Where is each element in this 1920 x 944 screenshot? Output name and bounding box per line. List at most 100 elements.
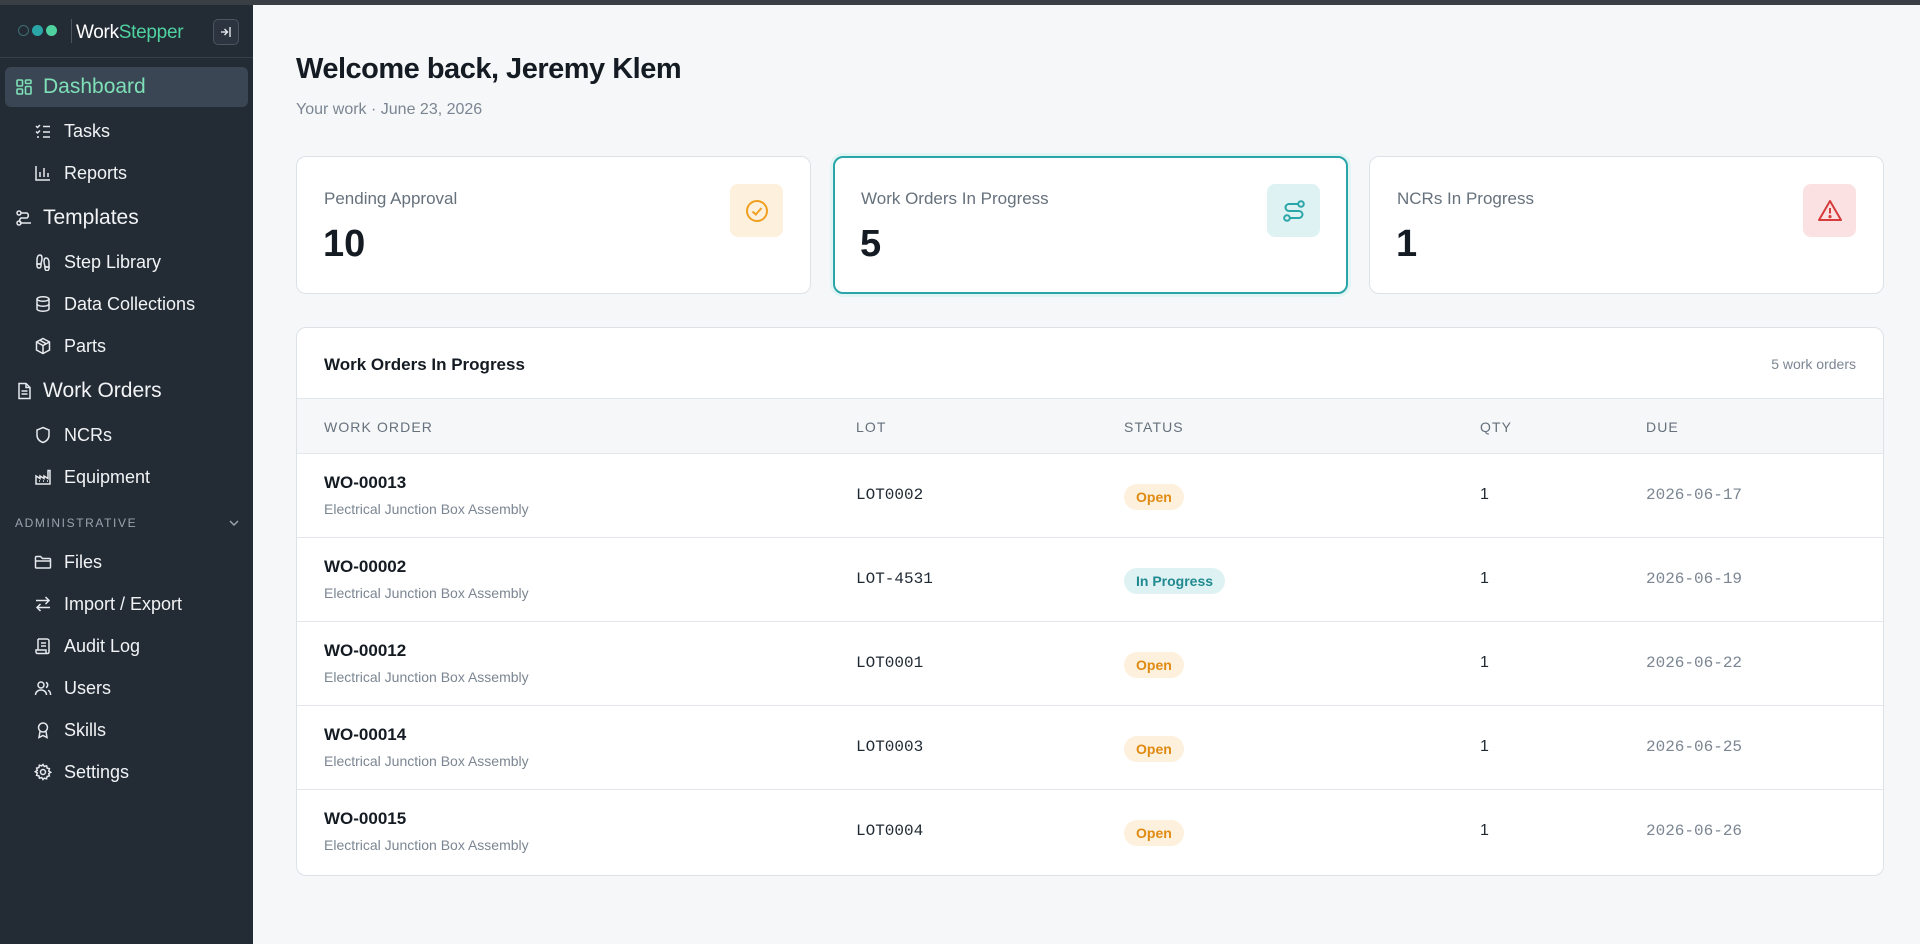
table-row[interactable]: WO-00012 Electrical Junction Box Assembl… [297,622,1883,706]
templates-icon [16,210,31,226]
sidebar-item-dashboard[interactable]: Dashboard [5,67,248,107]
stat-card-pending-approval[interactable]: Pending Approval 10 [296,156,811,294]
sidebar-item-label: Tasks [64,120,111,141]
sidebar-item-label: Audit Log [64,635,141,656]
sidebar-item-templates[interactable]: Templates [5,198,248,238]
lot-number: LOT-4531 [856,570,933,588]
column-header-lot[interactable]: LOT [856,419,887,435]
column-header-due[interactable]: DUE [1646,419,1679,435]
quantity: 1 [1480,654,1489,671]
work-order-id[interactable]: WO-00013 [324,473,406,493]
status-badge: Open [1124,820,1184,846]
work-order-description: Electrical Junction Box Assembly [324,585,529,601]
collapse-sidebar-icon [221,27,231,37]
footprints-icon [36,254,50,271]
table-header: WORK ORDER LOT STATUS QTY DUE [297,398,1883,454]
column-header-status[interactable]: STATUS [1124,419,1184,435]
collapse-sidebar-button[interactable] [213,19,239,45]
work-order-id[interactable]: WO-00014 [324,725,406,745]
table-row[interactable]: WO-00015 Electrical Junction Box Assembl… [297,790,1883,874]
lot-number: LOT0004 [856,822,924,840]
check-circle-icon [730,184,783,237]
sidebar-item-equipment[interactable]: Equipment [34,460,244,494]
sidebar-item-label: Data Collections [64,293,196,314]
sidebar-item-tasks[interactable]: Tasks [34,114,244,148]
arrows-swap-icon [35,596,51,612]
folder-icon [34,555,52,569]
table-title: Work Orders In Progress [324,355,525,374]
work-order-description: Electrical Junction Box Assembly [324,501,529,517]
users-icon [34,681,52,696]
dashboard-icon [16,79,32,95]
page-subtitle: Your work · June 23, 2026 [296,101,483,118]
table-row[interactable]: WO-00002 Electrical Junction Box Assembl… [297,538,1883,622]
lot-number: LOT0003 [856,738,924,756]
chevron-down-icon [229,520,239,527]
section-header-administrative[interactable]: ADMINISTRATIVE [15,516,240,530]
main-content: Welcome back, Jeremy Klem Your work · Ju… [253,5,1920,944]
sidebar-item-label: Reports [64,162,128,183]
work-orders-table-card: Work Orders In Progress 5 work orders WO… [296,327,1884,876]
due-date: 2026-06-17 [1646,486,1743,504]
brand-divider [71,19,72,43]
list-check-icon [35,124,50,138]
column-header-qty[interactable]: QTY [1480,419,1512,435]
sidebar-item-data-collections[interactable]: Data Collections [34,287,244,321]
due-date: 2026-06-26 [1646,822,1743,840]
due-date: 2026-06-25 [1646,738,1743,756]
gear-icon [34,763,52,781]
app-name: WorkStepper [76,22,184,43]
sidebar-item-settings[interactable]: Settings [34,755,244,789]
stat-value: 1 [1396,223,1418,265]
factory-icon [35,469,51,485]
work-order-id[interactable]: WO-00002 [324,557,406,577]
section-label: ADMINISTRATIVE [15,516,138,530]
database-icon [36,296,50,312]
sidebar-item-import-export[interactable]: Import / Export [34,587,244,621]
warning-triangle-icon [1803,184,1856,237]
work-order-id[interactable]: WO-00012 [324,641,406,661]
window-top-border [0,0,1920,5]
table-row[interactable]: WO-00013 Electrical Junction Box Assembl… [297,454,1883,538]
sidebar-item-parts[interactable]: Parts [34,329,244,363]
table-count: 5 work orders [1771,356,1856,372]
sidebar-item-label: Import / Export [64,593,183,614]
page-title: Welcome back, Jeremy Klem [296,53,682,85]
work-order-description: Electrical Junction Box Assembly [324,753,529,769]
quantity: 1 [1480,738,1489,755]
work-order-description: Electrical Junction Box Assembly [324,669,529,685]
stat-card-ncrs-in-progress[interactable]: NCRs In Progress 1 [1369,156,1884,294]
quantity: 1 [1480,822,1489,839]
stat-value: 5 [860,223,882,265]
sidebar-item-files[interactable]: Files [34,545,244,579]
logo-icon [18,25,57,36]
award-icon [37,722,49,739]
sidebar-item-label: NCRs [64,424,112,445]
quantity: 1 [1480,570,1489,587]
sidebar-item-label: Skills [64,719,107,740]
sidebar-item-users[interactable]: Users [34,671,244,705]
due-date: 2026-06-19 [1646,570,1743,588]
sidebar-item-audit-log[interactable]: Audit Log [34,629,244,663]
sidebar-item-work-orders[interactable]: Work Orders [5,371,248,411]
status-badge: Open [1124,484,1184,510]
package-icon [35,337,51,355]
sidebar-item-skills[interactable]: Skills [34,713,244,747]
sidebar-item-label: Users [64,677,112,698]
due-date: 2026-06-22 [1646,654,1743,672]
status-badge: Open [1124,652,1184,678]
stat-value: 10 [323,223,366,265]
sidebar-item-ncrs[interactable]: NCRs [34,418,244,452]
status-badge: In Progress [1124,568,1226,594]
work-order-id[interactable]: WO-00015 [324,809,406,829]
stat-label: NCRs In Progress [1397,189,1534,208]
column-header-work-order[interactable]: WORK ORDER [324,419,433,435]
stat-card-work-orders-in-progress[interactable]: Work Orders In Progress 5 [833,156,1348,294]
sidebar-item-label: Settings [64,761,130,782]
sidebar-item-reports[interactable]: Reports [34,156,244,190]
sidebar-item-step-library[interactable]: Step Library [34,245,244,279]
sidebar-item-label: Parts [64,335,107,356]
quantity: 1 [1480,486,1489,503]
table-row[interactable]: WO-00014 Electrical Junction Box Assembl… [297,706,1883,790]
lot-number: LOT0001 [856,654,924,672]
